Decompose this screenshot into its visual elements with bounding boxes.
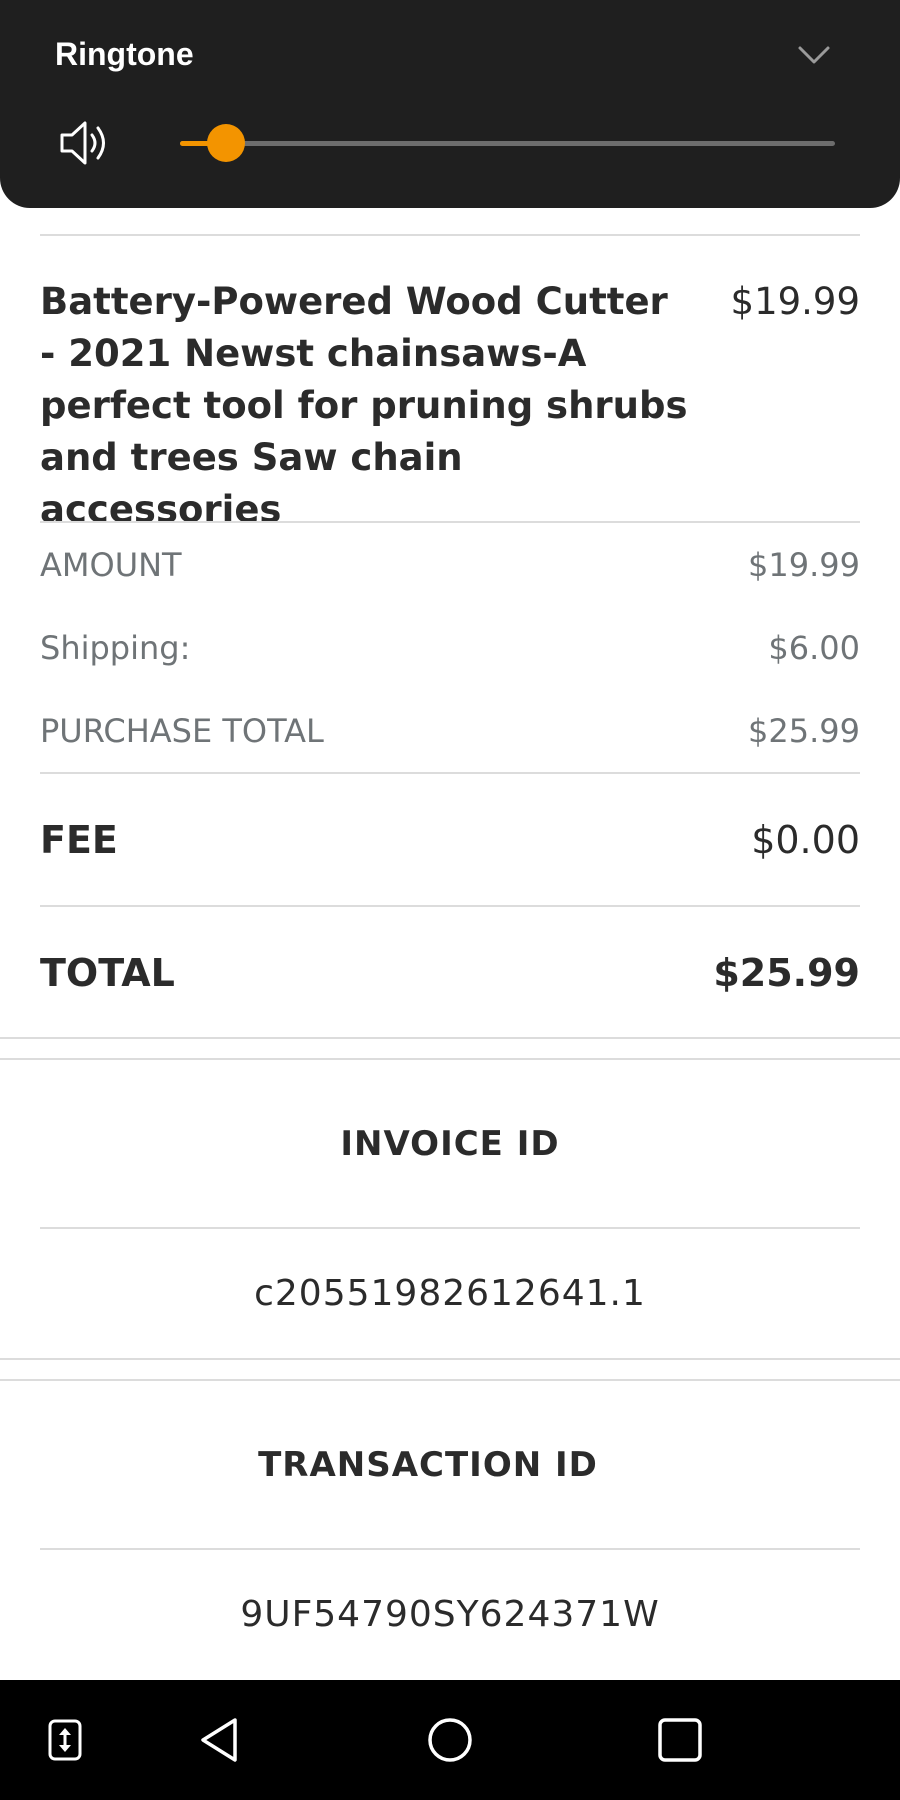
invoice-id-value: c20551982612641.1 xyxy=(254,1273,646,1314)
item-title: Battery-Powered Wood Cutter - 2021 Newst… xyxy=(40,280,688,531)
amount-label: AMOUNT xyxy=(40,546,182,584)
total-value: $25.99 xyxy=(713,951,860,995)
transaction-id-value: 9UF54790SY624371W xyxy=(240,1594,660,1635)
volume-panel-title: Ringtone xyxy=(55,36,194,72)
volume-slider-thumb[interactable] xyxy=(206,124,245,162)
section-divider xyxy=(0,1358,900,1360)
section-divider xyxy=(0,1379,900,1381)
divider xyxy=(40,521,860,523)
recents-icon[interactable] xyxy=(625,1680,735,1800)
amount-value: $19.99 xyxy=(748,546,860,584)
purchase-total-value: $25.99 xyxy=(748,712,860,750)
speaker-icon[interactable] xyxy=(58,118,112,168)
transaction-id-heading: TRANSACTION ID xyxy=(258,1445,598,1485)
section-divider xyxy=(0,1058,900,1060)
navigation-bar xyxy=(0,1680,900,1800)
receipt-screen: Ringtone Battery-Powered Wood Cutter - 2… xyxy=(0,0,900,1800)
fee-value: $0.00 xyxy=(751,818,860,862)
shipping-label: Shipping: xyxy=(40,629,191,667)
divider xyxy=(40,905,860,907)
invoice-id-heading: INVOICE ID xyxy=(340,1124,560,1164)
fee-label: FEE xyxy=(40,818,118,862)
home-icon[interactable] xyxy=(395,1680,505,1800)
volume-slider-track xyxy=(180,141,835,146)
item-price: $19.99 xyxy=(730,280,860,323)
divider xyxy=(40,1548,860,1550)
section-divider xyxy=(0,1037,900,1039)
volume-slider[interactable] xyxy=(180,124,835,162)
back-icon[interactable] xyxy=(164,1680,274,1800)
divider xyxy=(40,1227,860,1229)
total-label: TOTAL xyxy=(40,951,175,995)
chevron-down-icon[interactable] xyxy=(796,38,832,74)
shipping-value: $6.00 xyxy=(768,629,860,667)
purchase-total-label: PURCHASE TOTAL xyxy=(40,712,324,750)
screen-switch-icon[interactable] xyxy=(10,1680,120,1800)
divider xyxy=(40,234,860,236)
divider xyxy=(40,772,860,774)
ringtone-volume-panel: Ringtone xyxy=(0,0,900,208)
